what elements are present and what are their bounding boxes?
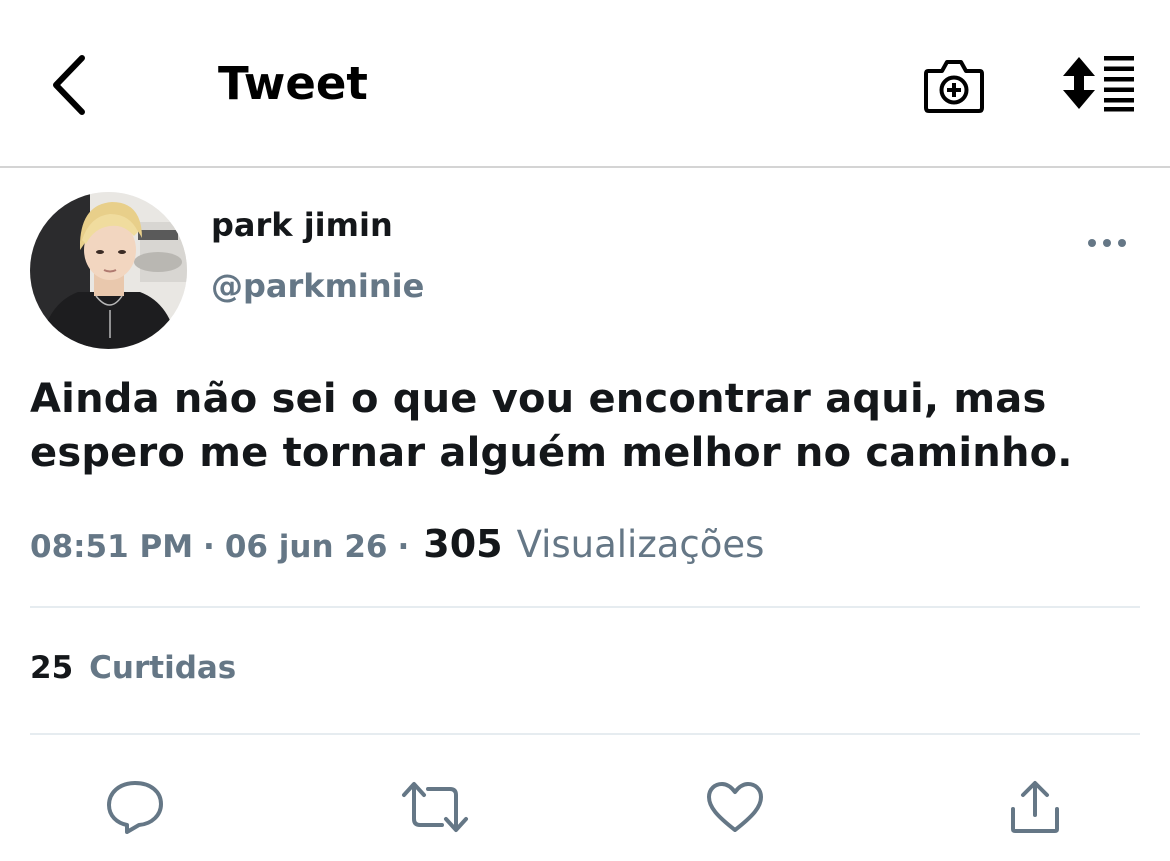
share-button[interactable] xyxy=(1000,772,1070,842)
meta-separator: · xyxy=(397,529,410,565)
author-name[interactable]: park jimin xyxy=(211,204,393,246)
share-icon xyxy=(1011,781,1059,833)
ellipsis-icon xyxy=(1088,239,1126,247)
reply-icon xyxy=(107,781,163,834)
meta-separator: · xyxy=(203,529,215,565)
retweet-icon xyxy=(402,782,468,832)
likes-summary[interactable]: 25 Curtidas xyxy=(30,650,236,686)
divider xyxy=(30,606,1140,608)
tweet-date[interactable]: 06 jun 26 xyxy=(225,529,388,565)
sort-lines-icon xyxy=(1063,56,1134,112)
page-title: Tweet xyxy=(218,57,368,110)
back-button[interactable] xyxy=(40,50,96,120)
tweet-time[interactable]: 08:51 PM xyxy=(30,529,193,565)
tweet-meta: 08:51 PM · 06 jun 26 · 305 Visualizações xyxy=(30,522,764,572)
top-navigation-bar: Tweet xyxy=(0,0,1170,168)
tweet-text: Ainda não sei o que vou encontrar aqui, … xyxy=(30,372,1140,480)
chevron-left-icon xyxy=(53,55,85,115)
likes-count: 25 xyxy=(30,650,74,686)
author-handle[interactable]: @parkminie xyxy=(211,265,424,307)
avatar-photo xyxy=(30,192,187,349)
like-button[interactable] xyxy=(700,772,770,842)
likes-label: Curtidas xyxy=(89,650,237,686)
views-label: Visualizações xyxy=(516,523,765,566)
tweet-text-line-2: espero me tornar alguém melhor no caminh… xyxy=(30,430,1073,476)
tweet-text-line-1: Ainda não sei o que vou encontrar aqui, … xyxy=(30,376,1047,422)
camera-plus-icon xyxy=(924,60,984,113)
avatar[interactable] xyxy=(30,192,187,349)
camera-button[interactable] xyxy=(918,50,990,118)
tweet-detail-screen: Tweet park jimin @parkminie Ainda não se… xyxy=(0,0,1170,861)
retweet-button[interactable] xyxy=(400,772,470,842)
heart-icon xyxy=(707,782,763,832)
more-options-button[interactable] xyxy=(1080,226,1134,260)
views-count: 305 xyxy=(423,522,503,566)
reply-button[interactable] xyxy=(100,772,170,842)
divider xyxy=(30,733,1140,735)
sort-replies-button[interactable] xyxy=(1056,50,1142,116)
